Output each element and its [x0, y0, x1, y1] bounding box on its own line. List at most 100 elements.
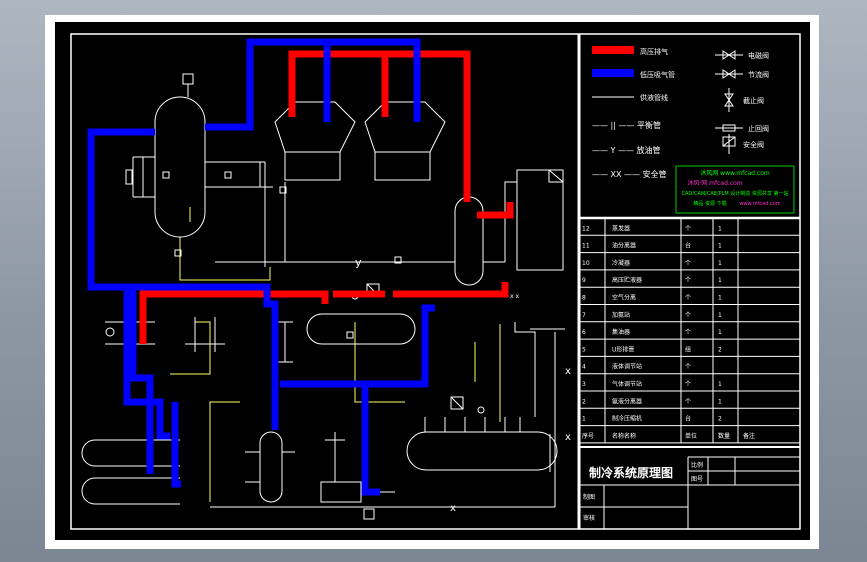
legend-label-oil: —— Y —— 放油管 [592, 145, 661, 155]
table-cell-qty: 1 [718, 295, 722, 302]
watermark-line1: 沐风网 www.mfcad.com [700, 169, 770, 177]
table-cell-unit: 个 [685, 364, 691, 371]
safety-valve-icon [722, 134, 736, 154]
legend-label-balance: —— || —— 平衡管 [592, 120, 661, 130]
cad-canvas: 高压排气 低压吸气管 供液管线 —— || —— 平衡管 —— Y —— 放油管… [55, 22, 810, 540]
table-cell-no: 1 [582, 416, 586, 423]
watermark-box: 沐风网 www.mfcad.com 沐风·网 mfcad.com CAD/CAM… [675, 165, 795, 214]
valve-label-check: 止回阀 [748, 124, 769, 133]
separator-safety-valve-icon [182, 73, 194, 85]
watermark-line2: 沐风·网 mfcad.com [687, 179, 742, 187]
table-row: 8 空气分离 个 1 [582, 294, 722, 302]
table-cell-unit: 组 [685, 345, 691, 353]
table-cell-name: 液体调节站 [612, 363, 642, 371]
table-cell-qty: 1 [718, 312, 722, 319]
table-cell-name: 高压贮液器 [612, 276, 642, 284]
table-cell-unit: 个 [685, 381, 691, 388]
table-cell-no: 12 [582, 225, 590, 232]
line-label-y: y [355, 256, 362, 269]
table-cell-no: 3 [582, 381, 586, 388]
valve-label-shutoff: 截止阀 [743, 96, 764, 105]
legend-red-swatch [592, 46, 634, 54]
drawing-title: 制冷系统原理图 [589, 465, 673, 480]
table-header-cell: 数量 [718, 432, 730, 440]
table-row: 9 高压贮液器 个 1 [582, 276, 722, 284]
valve-label-solenoid: 电磁阀 [748, 51, 769, 60]
table-cell-unit: 个 [685, 312, 691, 319]
table-row: 5 U形排管 组 2 [582, 345, 722, 353]
table-cell-qty: 1 [718, 260, 722, 267]
watermark-line5: www.mfcad.com [739, 201, 780, 207]
oil-separator [454, 196, 484, 286]
oil-collector [259, 431, 283, 503]
table-header-cell: 备注 [743, 432, 755, 440]
compressor-1 [274, 101, 356, 153]
watermark-line4: 精品 资源 下载 [693, 200, 726, 207]
table-cell-name: 气体调节站 [612, 380, 642, 388]
schematic: y x x x x x [81, 38, 571, 520]
shutoff-valve-icon [724, 88, 734, 112]
table-cell-name: 氨液分离器 [612, 397, 642, 405]
legend-label-low-pressure: 低压吸气管 [640, 70, 675, 79]
table-cell-name: 制冷压缩机 [612, 415, 642, 423]
watermark-line3: CAD/CAM/CAE/PLM 设计制造 资源共享 第一站 [682, 190, 789, 197]
table-row: 7 加氨站 个 1 [582, 311, 722, 319]
table-cell-unit: 个 [685, 329, 691, 336]
table-cell-no: 5 [582, 346, 586, 353]
line-label-x-right2: x [565, 432, 571, 443]
line-label-x-bottom: x [450, 503, 456, 514]
liquid-separator [154, 96, 206, 238]
table-cell-unit: 个 [685, 398, 691, 405]
table-row: 6 集油器 个 1 [582, 328, 722, 336]
table-cell-qty: 1 [718, 381, 722, 388]
legend-label-liquid: 供液管线 [640, 93, 668, 102]
table-cell-qty: 2 [718, 416, 722, 423]
table-cell-no: 9 [582, 277, 586, 284]
table-row: 2 氨液分离器 个 1 [582, 397, 722, 405]
legend: 高压排气 低压吸气管 供液管线 —— || —— 平衡管 —— Y —— 放油管… [592, 46, 769, 179]
draw-label: 制图 [583, 493, 595, 501]
table-cell-qty: 1 [718, 243, 722, 250]
table-header-cell: 序号 [582, 432, 594, 440]
table-cell-qty: 1 [718, 225, 722, 232]
valve-label-safety: 安全阀 [743, 140, 764, 149]
parts-table: 12 蒸发器个 111 油分离器台 110 冷凝器个 19 高压贮液器个 18 空气分离个 17 加氨… [579, 216, 800, 444]
review-label: 审核 [583, 514, 595, 522]
table-row: 12 蒸发器 个 1 [582, 224, 722, 232]
drawing-no-label: 图号 [691, 476, 703, 483]
legend-blue-swatch [592, 69, 634, 77]
table-row: 4 液体调节站 个 [582, 363, 691, 371]
table-cell-unit: 个 [685, 295, 691, 302]
throttle-valve-icon [715, 69, 743, 79]
table-header-cell: 名称名称 [612, 432, 636, 440]
table-cell-qty: 1 [718, 277, 722, 284]
table-row: 11 油分离器 台 1 [582, 242, 722, 250]
line-label-xx: x x [510, 293, 519, 300]
condenser [516, 169, 564, 271]
table-cell-unit: 个 [685, 225, 691, 232]
table-cell-name: 蒸发器 [612, 224, 630, 232]
check-valve-icon [715, 124, 743, 132]
ammonia-charging-station [320, 481, 362, 503]
table-cell-name: 空气分离 [612, 294, 636, 302]
legend-label-high-pressure: 高压排气 [640, 47, 668, 56]
u-pipe-2 [81, 477, 180, 505]
table-cell-no: 8 [582, 295, 586, 302]
table-cell-name: 冷凝器 [612, 259, 630, 267]
table-cell-unit: 台 [685, 415, 691, 423]
table-header-cell: 单位 [685, 432, 697, 440]
table-cell-qty: 1 [718, 329, 722, 336]
u-pipe-1 [81, 439, 180, 467]
table-cell-name: 油分离器 [612, 242, 636, 250]
table-cell-name: U形排管 [612, 345, 634, 353]
ratio-label: 比例 [691, 461, 703, 469]
table-cell-no: 7 [582, 312, 586, 319]
table-row: 3 气体调节站 个 1 [582, 380, 722, 388]
air-separator [306, 313, 416, 345]
compressor-2 [364, 101, 446, 153]
table-row: 1 制冷压缩机 台 2 [582, 415, 722, 423]
table-row: 10 冷凝器 个 1 [582, 259, 722, 267]
pipe-valves [162, 171, 402, 339]
table-cell-qty: 2 [718, 346, 722, 353]
table-cell-name: 加氨站 [612, 311, 630, 319]
